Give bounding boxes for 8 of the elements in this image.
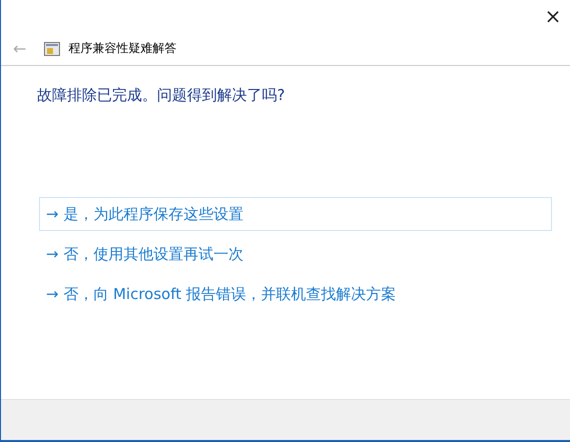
result-question: 故障排除已完成。问题得到解决了吗? (37, 86, 286, 105)
option-link[interactable]: → 否，向 Microsoft 报告错误，并联机查找解决方案 (39, 277, 552, 311)
option-link[interactable]: → 否，使用其他设置再试一次 (39, 237, 552, 271)
program-window-icon (44, 42, 60, 56)
close-button[interactable]: × (536, 0, 570, 32)
option-link[interactable]: → 是，为此程序保存这些设置 (39, 197, 552, 231)
back-button[interactable]: ← (7, 39, 32, 58)
window-title: 程序兼容性疑难解答 (68, 40, 176, 57)
